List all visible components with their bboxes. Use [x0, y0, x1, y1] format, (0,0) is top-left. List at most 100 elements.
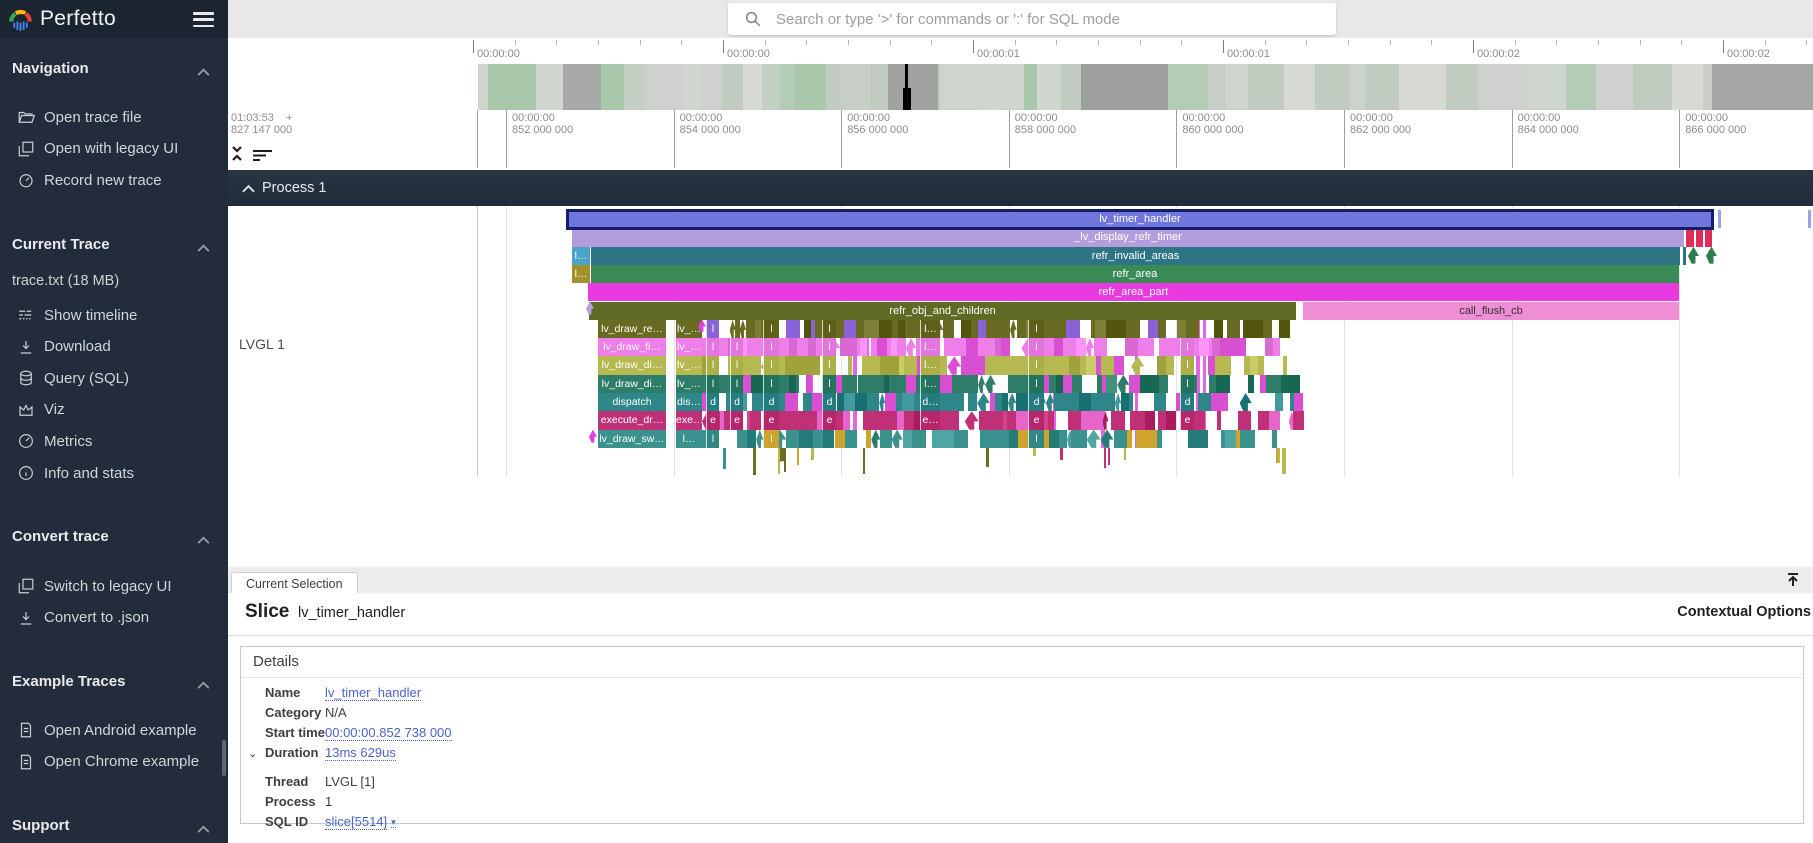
micro-slice[interactable] — [943, 320, 954, 338]
micro-slice[interactable] — [1014, 356, 1027, 374]
micro-slice[interactable] — [863, 411, 875, 429]
sidebar-item-metrics[interactable]: Metrics — [0, 427, 228, 455]
sidebar-item-show-timeline[interactable]: Show timeline — [0, 301, 228, 329]
micro-slice[interactable] — [1258, 356, 1265, 374]
slice-dispatch[interactable]: dispatch — [598, 393, 666, 411]
micro-slice[interactable] — [1106, 393, 1114, 411]
deep-stack-slice[interactable] — [723, 448, 726, 469]
letter-slice[interactable]: l — [763, 338, 779, 356]
micro-slice[interactable] — [811, 356, 820, 374]
letter-slice[interactable]: l — [822, 356, 836, 374]
slice-refr_area_part[interactable]: refr_area_part — [588, 283, 1679, 301]
micro-slice[interactable] — [879, 320, 893, 338]
micro-slice[interactable] — [797, 338, 808, 356]
micro-slice[interactable] — [971, 356, 985, 374]
micro-slice[interactable] — [1106, 375, 1117, 393]
deep-stack-slice[interactable] — [1124, 448, 1126, 461]
micro-slice[interactable] — [1146, 375, 1159, 393]
micro-slice[interactable] — [966, 338, 977, 356]
micro-slice[interactable] — [1083, 430, 1087, 448]
contextual-options-button[interactable]: Contextual Options — [1677, 604, 1811, 620]
micro-slice[interactable] — [804, 320, 811, 338]
micro-slice[interactable] — [1263, 320, 1272, 338]
micro-slice[interactable] — [1145, 411, 1155, 429]
slice-dis…[interactable]: dis… — [676, 393, 702, 411]
micro-slice[interactable] — [1059, 356, 1069, 374]
letter-slice[interactable]: e — [822, 411, 836, 429]
tiny-slice-arrow[interactable] — [740, 320, 747, 338]
letter-slice[interactable]: l — [763, 356, 779, 374]
sidebar-item-open-android-example[interactable]: Open Android example — [0, 716, 228, 744]
micro-slice[interactable] — [1214, 320, 1223, 338]
micro-slice[interactable] — [1225, 393, 1228, 411]
micro-slice[interactable] — [840, 338, 848, 356]
micro-slice[interactable] — [955, 338, 967, 356]
micro-slice[interactable] — [897, 338, 905, 356]
micro-slice[interactable] — [874, 393, 879, 411]
micro-slice[interactable] — [1245, 430, 1255, 448]
micro-slice[interactable] — [1148, 320, 1158, 338]
micro-slice[interactable] — [1166, 356, 1175, 374]
micro-slice[interactable] — [1001, 338, 1010, 356]
micro-slice[interactable] — [752, 393, 764, 411]
deep-stack-slice[interactable] — [797, 448, 799, 465]
micro-slice[interactable] — [1061, 393, 1074, 411]
micro-slice[interactable] — [813, 430, 823, 448]
micro-slice[interactable] — [1154, 393, 1165, 411]
micro-slice[interactable] — [880, 356, 889, 374]
viewport-marker[interactable] — [905, 64, 908, 88]
micro-slice[interactable] — [757, 411, 761, 429]
micro-slice[interactable] — [1216, 375, 1230, 393]
slice-lv_timer_handler[interactable]: lv_timer_handler — [566, 209, 1714, 230]
deep-stack-slice[interactable] — [863, 448, 866, 474]
micro-slice[interactable] — [986, 320, 994, 338]
micro-slice[interactable] — [922, 430, 926, 448]
micro-slice[interactable] — [1250, 356, 1257, 374]
micro-slice[interactable] — [980, 430, 987, 448]
micro-slice[interactable] — [886, 430, 891, 448]
incomplete-slice-arrow[interactable] — [1706, 247, 1717, 264]
micro-slice[interactable] — [996, 430, 1009, 448]
micro-slice[interactable] — [984, 411, 994, 429]
detail-value-name[interactable]: lv_timer_handler — [325, 685, 421, 700]
deep-stack-slice[interactable] — [784, 448, 786, 473]
micro-slice[interactable] — [1158, 320, 1166, 338]
slice-lv_…[interactable]: lv_… — [676, 356, 702, 374]
micro-slice[interactable] — [903, 430, 913, 448]
slice-call_flush_cb[interactable]: call_flush_cb — [1303, 302, 1679, 320]
micro-slice[interactable] — [782, 338, 788, 356]
letter-slice[interactable]: l — [706, 375, 719, 393]
slice-execute_dr…[interactable]: execute_dr… — [598, 411, 666, 429]
tiny-slice-arrow[interactable] — [892, 430, 903, 448]
incomplete-slice-arrow[interactable] — [1688, 247, 1699, 264]
slice-_lv_display_refr_timer[interactable]: _lv_display_refr_timer — [572, 228, 1684, 246]
micro-slice[interactable] — [1238, 411, 1251, 429]
micro-slice[interactable] — [1059, 430, 1067, 448]
micro-slice[interactable] — [866, 430, 871, 448]
micro-slice[interactable] — [960, 375, 967, 393]
micro-slice[interactable] — [1071, 430, 1082, 448]
slice-lv_draw_di…[interactable]: lv_draw_di… — [598, 375, 666, 393]
micro-slice[interactable] — [867, 393, 874, 411]
micro-slice[interactable] — [797, 356, 811, 374]
slice-l…[interactable]: l… — [676, 430, 702, 448]
micro-slice[interactable] — [862, 356, 869, 374]
tiny-slice-arrow[interactable] — [1131, 356, 1144, 374]
deep-stack-slice[interactable] — [1060, 448, 1063, 460]
sidebar-scrollbar[interactable] — [222, 740, 226, 776]
micro-slice[interactable] — [897, 411, 905, 429]
micro-slice[interactable] — [750, 411, 757, 429]
micro-slice[interactable] — [942, 393, 955, 411]
micro-slice[interactable] — [968, 393, 978, 411]
micro-slice[interactable] — [869, 356, 880, 374]
sidebar-section-current-trace[interactable]: Current Trace — [0, 236, 228, 256]
deep-stack-slice[interactable] — [1278, 448, 1280, 463]
slice-l…[interactable]: l… — [572, 265, 590, 283]
micro-slice[interactable] — [986, 338, 995, 356]
expand-panel-icon[interactable] — [1785, 572, 1801, 588]
slice-tiny[interactable] — [1686, 228, 1694, 246]
micro-slice[interactable] — [844, 393, 855, 411]
micro-slice[interactable] — [995, 393, 1002, 411]
micro-slice[interactable] — [1199, 430, 1208, 448]
letter-slice[interactable]: l — [1028, 320, 1044, 338]
